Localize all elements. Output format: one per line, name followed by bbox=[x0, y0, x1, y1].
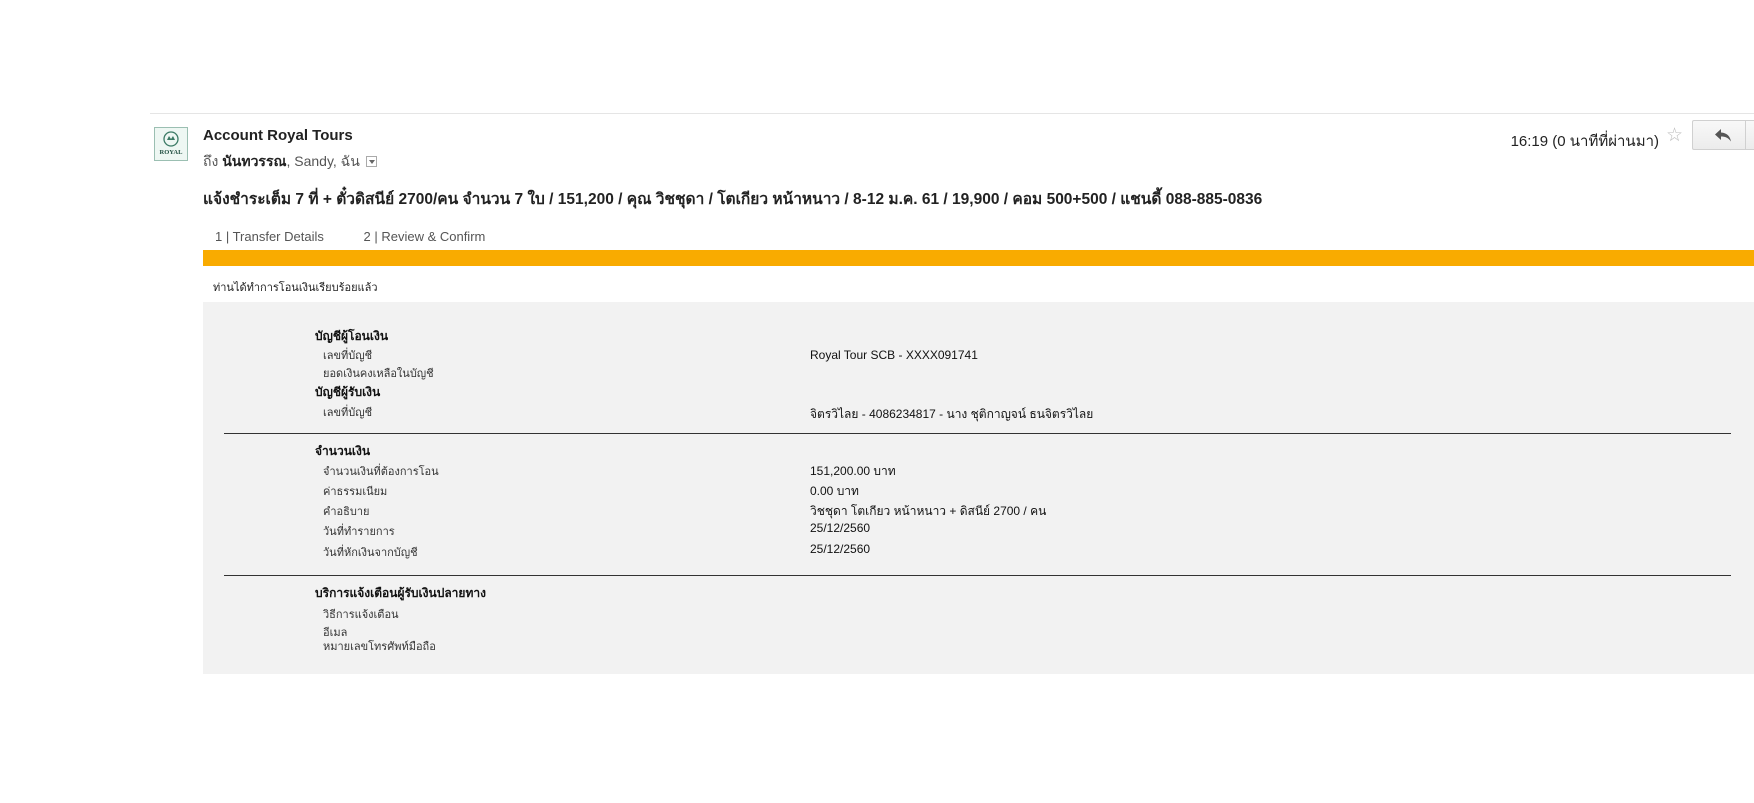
success-message: ท่านได้ทำการโอนเงินเรียบร้อยแล้ว bbox=[213, 282, 378, 294]
header-divider bbox=[150, 113, 1754, 114]
description-label: คำอธิบาย bbox=[323, 506, 370, 518]
to-prefix: ถึง bbox=[203, 153, 219, 169]
amount-heading: จำนวนเงิน bbox=[315, 444, 371, 458]
amount-label: จำนวนเงินที่ต้องการโอน bbox=[323, 466, 439, 478]
step-2: 2 | Review & Confirm bbox=[363, 229, 486, 244]
description-value: วิชชุดา โตเกียว หน้าหนาว + ดิสนีย์ 2700 … bbox=[810, 504, 1047, 518]
balance-label: ยอดเงินคงเหลือในบัญชี bbox=[323, 368, 434, 380]
notification-phone-label: หมายเลขโทรศัพท์มือถือ bbox=[323, 641, 436, 653]
dropdown-icon[interactable] bbox=[365, 156, 377, 167]
reply-icon bbox=[1715, 129, 1731, 142]
progress-bar bbox=[203, 250, 1754, 266]
to-account-heading: บัญชีผู้รับเงิน bbox=[315, 385, 381, 399]
debit-date-value: 25/12/2560 bbox=[810, 542, 871, 556]
debit-date-label: วันที่หักเงินจากบัญชี bbox=[323, 547, 418, 559]
recipients: ถึง นันทวรรณ, Sandy, ฉัน bbox=[203, 151, 377, 173]
timestamp: 16:19 (0 นาทีที่ผ่านมา) bbox=[1510, 133, 1659, 150]
email-subject: แจ้งชำระเต็ม 7 ที่ + ตั๋วดิสนีย์ 2700/คน… bbox=[203, 191, 1263, 208]
reply-divider bbox=[1745, 120, 1746, 150]
notification-method-label: วิธีการแจ้งเตือน bbox=[323, 609, 399, 621]
transaction-date-value: 25/12/2560 bbox=[810, 521, 871, 535]
sender-avatar[interactable]: ROYAL bbox=[154, 127, 188, 161]
fee-label: ค่าธรรมเนียม bbox=[323, 486, 388, 498]
amount-value: 151,200.00 บาท bbox=[810, 464, 896, 478]
transfer-summary-panel: บัญชีผู้โอนเงิน เลขที่บัญชี Royal Tour S… bbox=[203, 302, 1754, 674]
from-account-heading: บัญชีผู้โอนเงิน bbox=[315, 329, 389, 343]
sender-name[interactable]: Account Royal Tours bbox=[203, 127, 353, 144]
step-1: 1 | Transfer Details bbox=[215, 229, 324, 244]
to-account-value: จิตรวิไลย - 4086234817 - นาง ชุติกาญจน์ … bbox=[810, 407, 1094, 421]
recipient-primary: นันทวรรณ bbox=[222, 153, 287, 169]
royal-logo-icon: ROYAL bbox=[155, 128, 187, 160]
transaction-date-label: วันที่ทำรายการ bbox=[323, 526, 395, 538]
star-icon[interactable]: ☆ bbox=[1666, 124, 1683, 147]
fee-value: 0.00 บาท bbox=[810, 484, 859, 498]
to-account-label: เลขที่บัญชี bbox=[323, 407, 373, 419]
avatar-text: ROYAL bbox=[160, 149, 184, 156]
from-account-label: เลขที่บัญชี bbox=[323, 350, 373, 362]
from-account-value: Royal Tour SCB - XXXX091741 bbox=[810, 348, 978, 362]
recipient-others: , Sandy, ฉัน bbox=[286, 153, 360, 169]
transfer-steps: 1 | Transfer Details 2 | Review & Confir… bbox=[215, 229, 521, 244]
notification-heading: บริการแจ้งเตือนผู้รับเงินปลายทาง bbox=[315, 586, 486, 600]
section-divider bbox=[224, 575, 1731, 576]
section-divider bbox=[224, 433, 1731, 434]
